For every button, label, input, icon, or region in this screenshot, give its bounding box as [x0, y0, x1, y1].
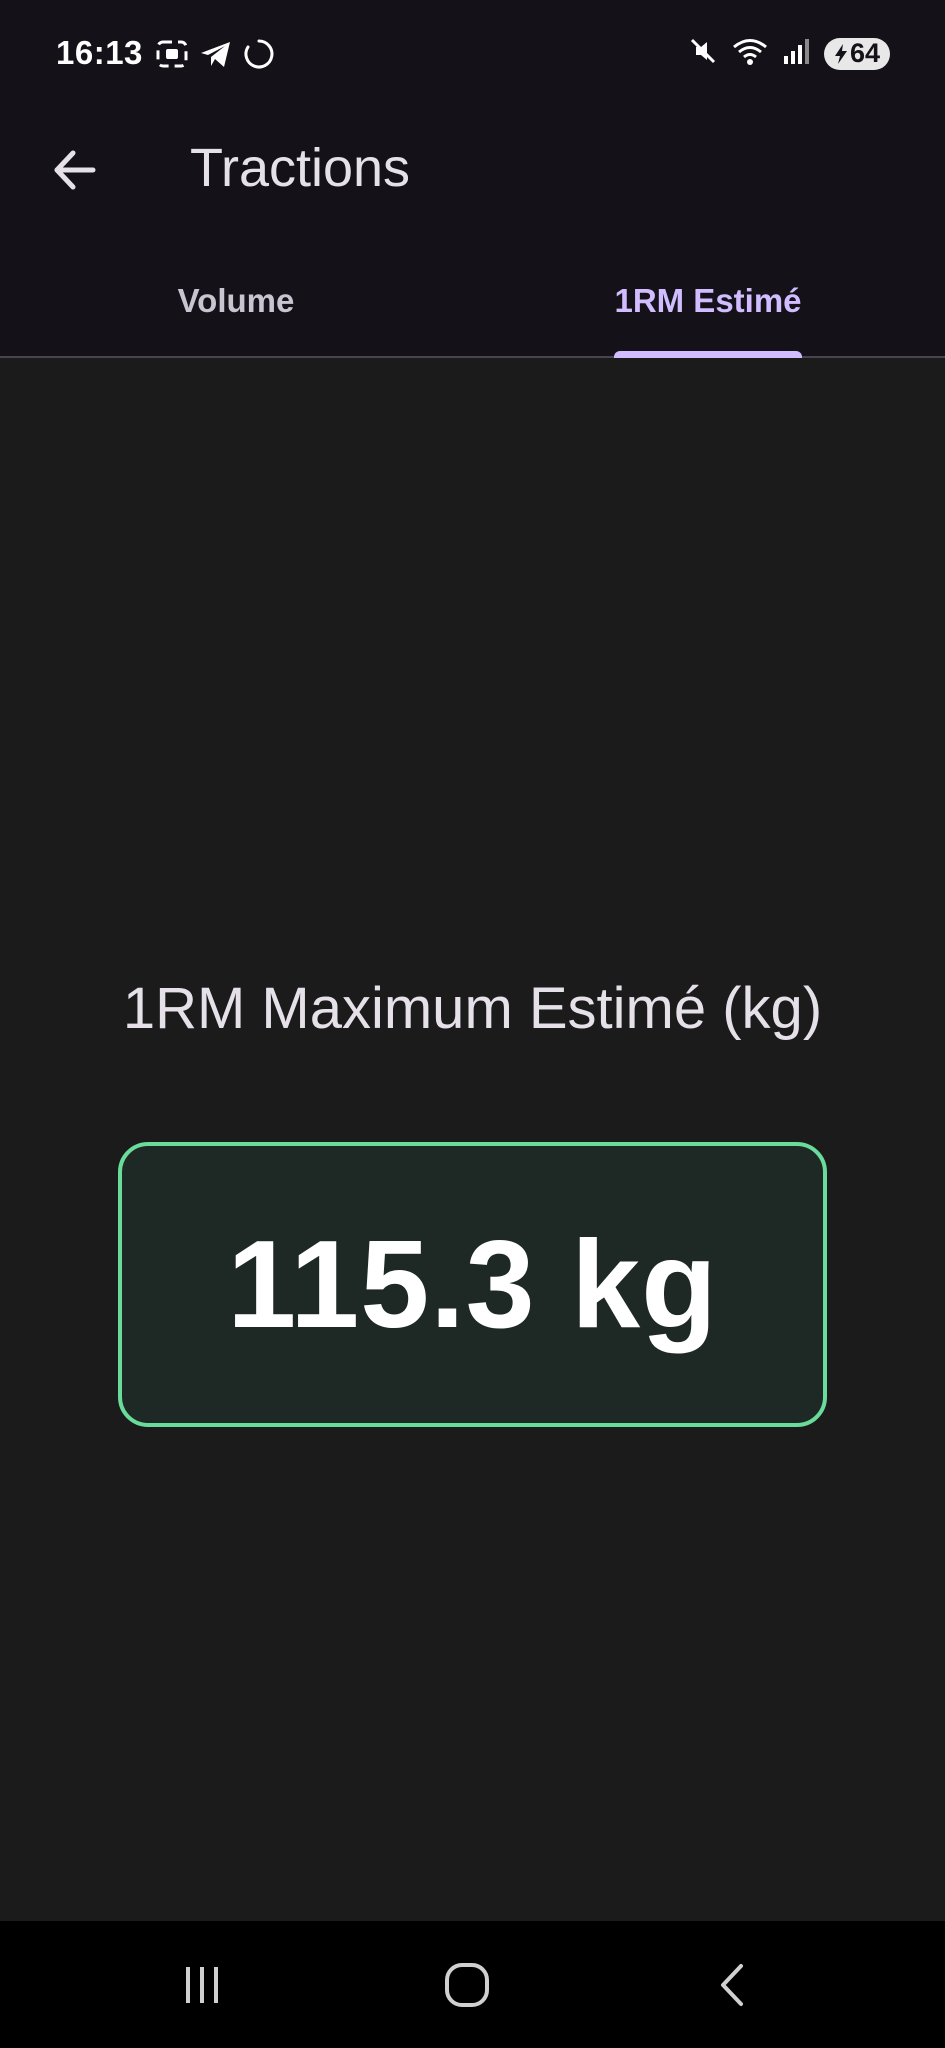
status-time: 16:13 — [56, 34, 143, 71]
metric-card: 115.3 kg — [118, 1142, 827, 1427]
metric-label: 1RM Maximum Estimé (kg) — [122, 976, 823, 1041]
tab-volume[interactable]: Volume — [0, 245, 472, 356]
battery-icon: 64 — [824, 37, 890, 70]
status-bar: 16:13 64 — [0, 0, 945, 110]
home-icon — [445, 1963, 489, 2007]
back-button[interactable] — [38, 134, 110, 206]
tab-1rm-estime-label: 1RM Estimé — [614, 281, 802, 319]
back-icon — [721, 1964, 743, 2006]
nav-back-button[interactable] — [688, 1943, 778, 2027]
home-button[interactable] — [422, 1943, 512, 2027]
tab-1rm-estime[interactable]: 1RM Estimé — [472, 245, 944, 358]
app-screen: 16:13 64 Tractions Volume 1RM Estimé 1RM… — [0, 0, 945, 2048]
recents-button[interactable] — [157, 1943, 247, 2027]
charging-bolt-icon — [834, 43, 847, 64]
recents-icon — [186, 1967, 218, 2003]
signal-icon — [782, 36, 810, 71]
system-nav-bar — [0, 1921, 945, 2048]
loading-icon — [243, 38, 275, 75]
telegram-icon — [199, 39, 233, 74]
page-title: Tractions — [190, 138, 411, 198]
tab-volume-label: Volume — [177, 281, 295, 319]
tab-active-indicator — [614, 351, 802, 358]
arrow-left-icon — [54, 150, 96, 190]
wifi-icon — [732, 36, 768, 71]
screenshot-icon — [155, 39, 189, 74]
metric-value: 115.3 kg — [227, 1215, 718, 1354]
app-bar: Tractions — [0, 110, 945, 245]
tab-bar: Volume 1RM Estimé — [0, 245, 945, 358]
mute-icon — [688, 36, 718, 71]
status-right-icons: 64 — [688, 36, 890, 71]
status-left-icons — [155, 38, 275, 75]
battery-level: 64 — [849, 38, 881, 68]
